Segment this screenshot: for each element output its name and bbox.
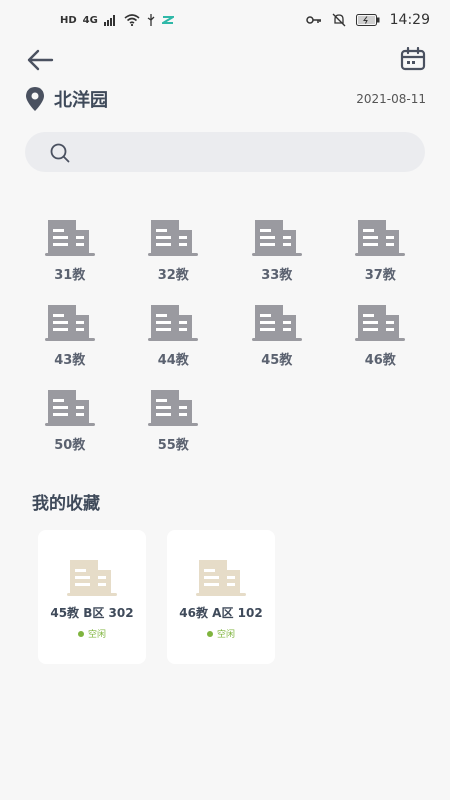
status-dot	[206, 630, 213, 637]
hd-badge: HD	[60, 14, 77, 26]
room-status-label: 空闲	[216, 630, 235, 640]
search-icon	[50, 143, 70, 163]
building-icon	[67, 560, 117, 596]
building-item[interactable]: 37教	[329, 218, 433, 283]
favorites-title: 我的收藏	[32, 494, 100, 514]
app-notification-icon	[161, 16, 174, 24]
status-left: HD 4G	[60, 14, 174, 26]
room-status: 空闲	[206, 627, 235, 640]
room-status: 空闲	[77, 627, 106, 640]
building-icon	[148, 390, 199, 426]
app-header	[0, 40, 450, 84]
favorite-room-card[interactable]: 45教 B区 302 空闲	[38, 530, 146, 664]
favorite-room-name: 46教 A区 102	[179, 606, 263, 620]
building-label: 50教	[54, 438, 86, 453]
building-icon	[148, 220, 199, 256]
building-icon	[355, 220, 406, 256]
calendar-icon	[400, 47, 426, 71]
room-status-label: 空闲	[87, 630, 106, 640]
back-arrow-icon	[27, 49, 54, 71]
current-date: 2021-08-11	[356, 92, 426, 106]
building-icon	[44, 220, 95, 256]
building-icon	[355, 305, 406, 341]
usb-icon	[147, 14, 155, 26]
building-item[interactable]: 46教	[329, 303, 433, 368]
building-label: 33教	[261, 268, 293, 283]
calendar-button[interactable]	[398, 44, 428, 74]
building-label: 31教	[54, 268, 86, 283]
building-grid: 31教 32教 33教 37教 43教 44教 45教 46教 50教 55教	[18, 218, 432, 453]
building-item[interactable]: 55教	[122, 388, 226, 453]
key-icon	[305, 16, 321, 24]
building-label: 44教	[157, 353, 189, 368]
favorites-list: 45教 B区 302 空闲 46教 A区 102 空闲	[38, 530, 275, 664]
clock: 14:29	[389, 12, 430, 28]
favorite-room-name: 45教 B区 302	[50, 606, 134, 620]
building-label: 55教	[157, 438, 189, 453]
battery-icon	[355, 14, 380, 26]
building-label: 37教	[364, 268, 396, 283]
building-item[interactable]: 43教	[18, 303, 122, 368]
building-label: 43教	[54, 353, 86, 368]
status-bar: HD 4G 14:29	[0, 0, 450, 44]
location-pin-icon	[26, 87, 44, 111]
building-icon	[251, 305, 302, 341]
network-label: 4G	[82, 14, 98, 26]
building-label: 32教	[157, 268, 189, 283]
building-item[interactable]: 31教	[18, 218, 122, 283]
status-right: 14:29	[305, 12, 430, 28]
building-item[interactable]: 33教	[225, 218, 329, 283]
mute-icon	[332, 13, 346, 27]
building-label: 45教	[261, 353, 293, 368]
building-icon	[44, 390, 95, 426]
building-icon	[196, 560, 246, 596]
building-icon	[148, 305, 199, 341]
building-item[interactable]: 50教	[18, 388, 122, 453]
wifi-icon	[124, 14, 140, 26]
building-item[interactable]: 44教	[122, 303, 226, 368]
search-bar[interactable]	[25, 132, 425, 174]
favorite-room-card[interactable]: 46教 A区 102 空闲	[167, 530, 275, 664]
building-item[interactable]: 45教	[225, 303, 329, 368]
search-input[interactable]	[81, 132, 405, 174]
building-item[interactable]: 32教	[122, 218, 226, 283]
building-label: 46教	[364, 353, 396, 368]
back-button[interactable]	[24, 44, 56, 76]
campus-name[interactable]: 北洋园	[54, 86, 108, 112]
location-row: 北洋园 2021-08-11	[24, 84, 426, 114]
building-icon	[44, 305, 95, 341]
signal-icon	[103, 15, 115, 26]
building-icon	[251, 220, 302, 256]
status-dot	[77, 630, 84, 637]
